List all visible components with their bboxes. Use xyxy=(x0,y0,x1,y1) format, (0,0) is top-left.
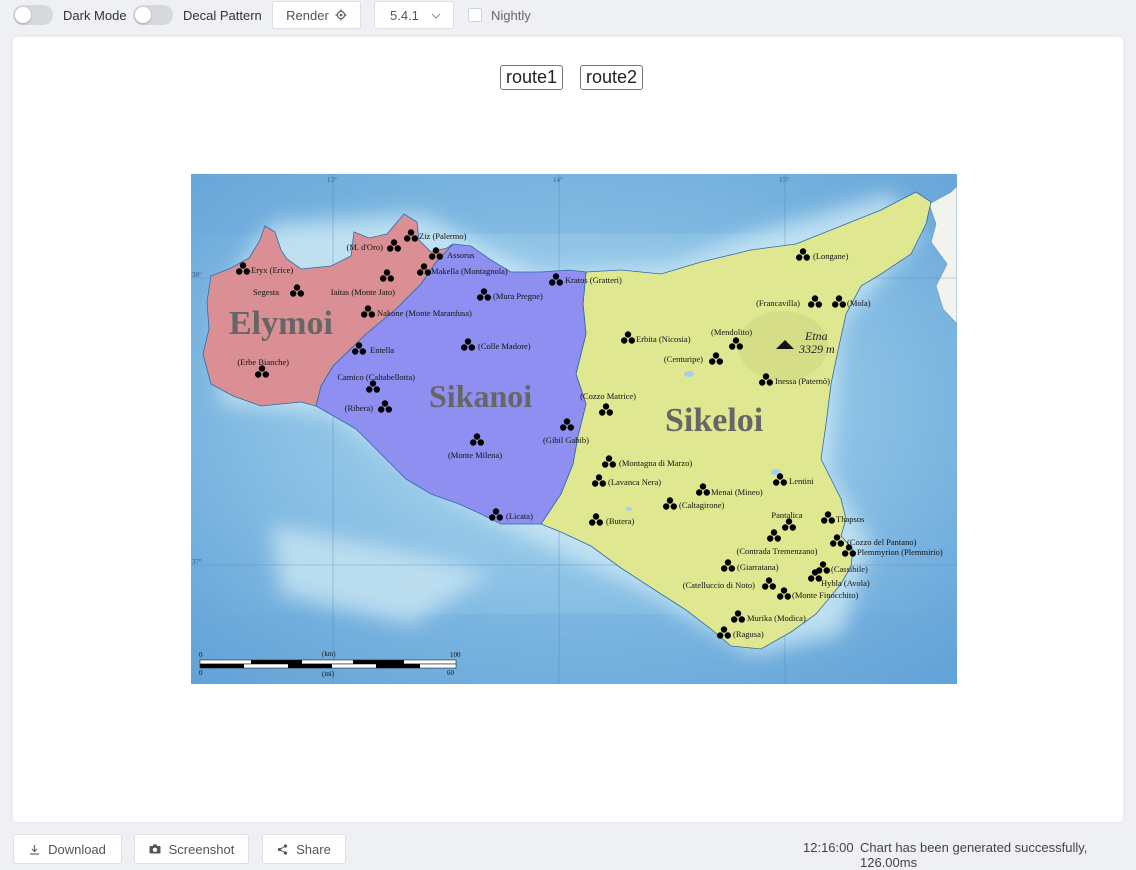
site-label: Assorus xyxy=(447,250,474,260)
lat-37-label: 37° xyxy=(192,558,202,566)
lon-13-label: 13° xyxy=(327,176,337,184)
download-button[interactable]: Download xyxy=(13,834,122,864)
screenshot-label: Screenshot xyxy=(168,842,235,857)
etna-name: Etna xyxy=(804,329,828,343)
site-label: (Monte Milena) xyxy=(448,450,502,460)
site-label: (Mura Pregne) xyxy=(493,291,543,301)
site-label: Pantalica xyxy=(771,510,802,520)
region-name-sikeloi: Sikeloi xyxy=(665,402,763,439)
site-label: (Centuripe) xyxy=(664,354,703,364)
lat-38-label: 38° xyxy=(192,271,202,279)
version-value: 5.4.1 xyxy=(390,7,419,23)
site-label: (Lavanca Nera) xyxy=(608,477,661,487)
site-label: (Cozzo del Pantano) xyxy=(847,537,917,547)
site-label: (Ribera) xyxy=(345,403,373,413)
toggle-knob xyxy=(15,7,31,23)
decal-pattern-label: Decal Pattern xyxy=(183,8,262,23)
decal-pattern-toggle[interactable] xyxy=(133,5,173,25)
site-label: (Catelluccio di Noto) xyxy=(683,580,755,590)
share-label: Share xyxy=(296,842,331,857)
site-label: (Monte Finocchito) xyxy=(792,590,859,600)
site-label: Segesta xyxy=(253,287,279,297)
version-select[interactable]: 5.4.1 xyxy=(374,1,454,29)
status-message: Chart has been generated successfully, 1… xyxy=(860,840,1088,870)
site-label: (Erbe Bianche) xyxy=(237,357,289,367)
site-label: (M. d'Oro) xyxy=(347,242,384,252)
site-label: (Butera) xyxy=(606,516,634,526)
site-label: Inessa (Paternò) xyxy=(775,376,830,386)
route2-button[interactable]: route2 xyxy=(580,65,644,90)
site-label: Ziz (Palermo) xyxy=(419,231,467,241)
site-label: (Giarratana) xyxy=(737,562,779,572)
render-button[interactable]: Render xyxy=(272,1,361,29)
gear-icon xyxy=(335,9,347,21)
scale-km-start: 0 xyxy=(199,651,203,659)
site-label: Entella xyxy=(370,345,394,355)
dark-mode-toggle[interactable] xyxy=(13,5,53,25)
site-label: Hybla (Avola) xyxy=(821,578,870,588)
site-label: (Cassibile) xyxy=(831,564,868,574)
site-label: (Montagna di Marzo) xyxy=(619,458,692,468)
map-svg: 13° 14° 15° 38° 37° Elymoi Sikanoi Sikel… xyxy=(191,174,957,684)
lake xyxy=(626,507,632,511)
nightly-checkbox[interactable] xyxy=(468,8,482,22)
nightly-label: Nightly xyxy=(491,8,531,23)
site-label: Thapsos xyxy=(836,514,864,524)
region-name-elymoi: Elymoi xyxy=(229,305,333,342)
site-label: Eryx (Erice) xyxy=(251,265,293,275)
site-label: (Francavilla) xyxy=(756,298,800,308)
site-label: (Licata) xyxy=(506,511,533,521)
site-label: Lentini xyxy=(789,476,814,486)
site-label: (Colle Madore) xyxy=(478,341,531,351)
share-button[interactable]: Share xyxy=(262,834,346,864)
etna-elevation: 3329 m xyxy=(798,342,835,356)
site-label: (Mendolito) xyxy=(711,327,752,337)
site-label: Plemmyrion (Plemmirio) xyxy=(857,547,943,557)
download-icon xyxy=(30,845,40,855)
site-label: Iaitas (Monte Jato) xyxy=(331,287,395,297)
lake xyxy=(684,371,694,377)
site-label: (Ragusa) xyxy=(733,629,764,639)
lon-14-label: 14° xyxy=(553,176,563,184)
site-label: (Cozzo Matrice) xyxy=(580,391,636,401)
site-label: Camico (Caltabellotta) xyxy=(337,372,415,382)
site-label: (Gibil Gabib) xyxy=(543,435,589,445)
sicily-map[interactable]: 13° 14° 15° 38° 37° Elymoi Sikanoi Sikel… xyxy=(191,174,957,684)
route1-button[interactable]: route1 xyxy=(500,65,564,90)
site-label: Menai (Mineo) xyxy=(711,487,763,497)
lon-15-label: 15° xyxy=(779,176,789,184)
scale-mi-unit: (mi) xyxy=(322,670,335,678)
dark-mode-label: Dark Mode xyxy=(63,8,127,23)
screenshot-button[interactable]: Screenshot xyxy=(134,834,249,864)
download-label: Download xyxy=(48,842,106,857)
status-time: 12:16:00 xyxy=(803,840,854,855)
site-label: (Contrada Tremenzano) xyxy=(737,546,818,556)
share-icon xyxy=(278,844,288,855)
scale-mi-start: 0 xyxy=(199,669,203,677)
render-label: Render xyxy=(286,7,329,23)
site-label: Makella (Montagnola) xyxy=(431,266,508,276)
toggle-knob xyxy=(135,7,151,23)
site-label: Erbita (Nicosia) xyxy=(636,334,691,344)
scale-km-end: 100 xyxy=(450,651,461,659)
site-label: Nakone (Monte Maranfusa) xyxy=(377,308,472,318)
site-label: (Mola) xyxy=(847,298,871,308)
chart-panel: route1 route2 13° 14° 15° 38° 37° Elymoi… xyxy=(13,37,1123,822)
camera-icon xyxy=(149,844,161,854)
scale-mi-end: 60 xyxy=(447,669,455,677)
site-label: (Caltagirone) xyxy=(679,500,724,510)
site-label: Kratos (Gratteri) xyxy=(565,275,622,285)
top-toolbar: Dark Mode Decal Pattern Render 5.4.1 Nig… xyxy=(0,0,1136,30)
site-label: (Longane) xyxy=(813,251,849,261)
scale-km-unit: (km) xyxy=(322,650,336,658)
site-label: Murika (Modica) xyxy=(747,613,806,623)
region-name-sikanoi: Sikanoi xyxy=(429,378,532,414)
chevron-down-icon xyxy=(431,13,441,19)
